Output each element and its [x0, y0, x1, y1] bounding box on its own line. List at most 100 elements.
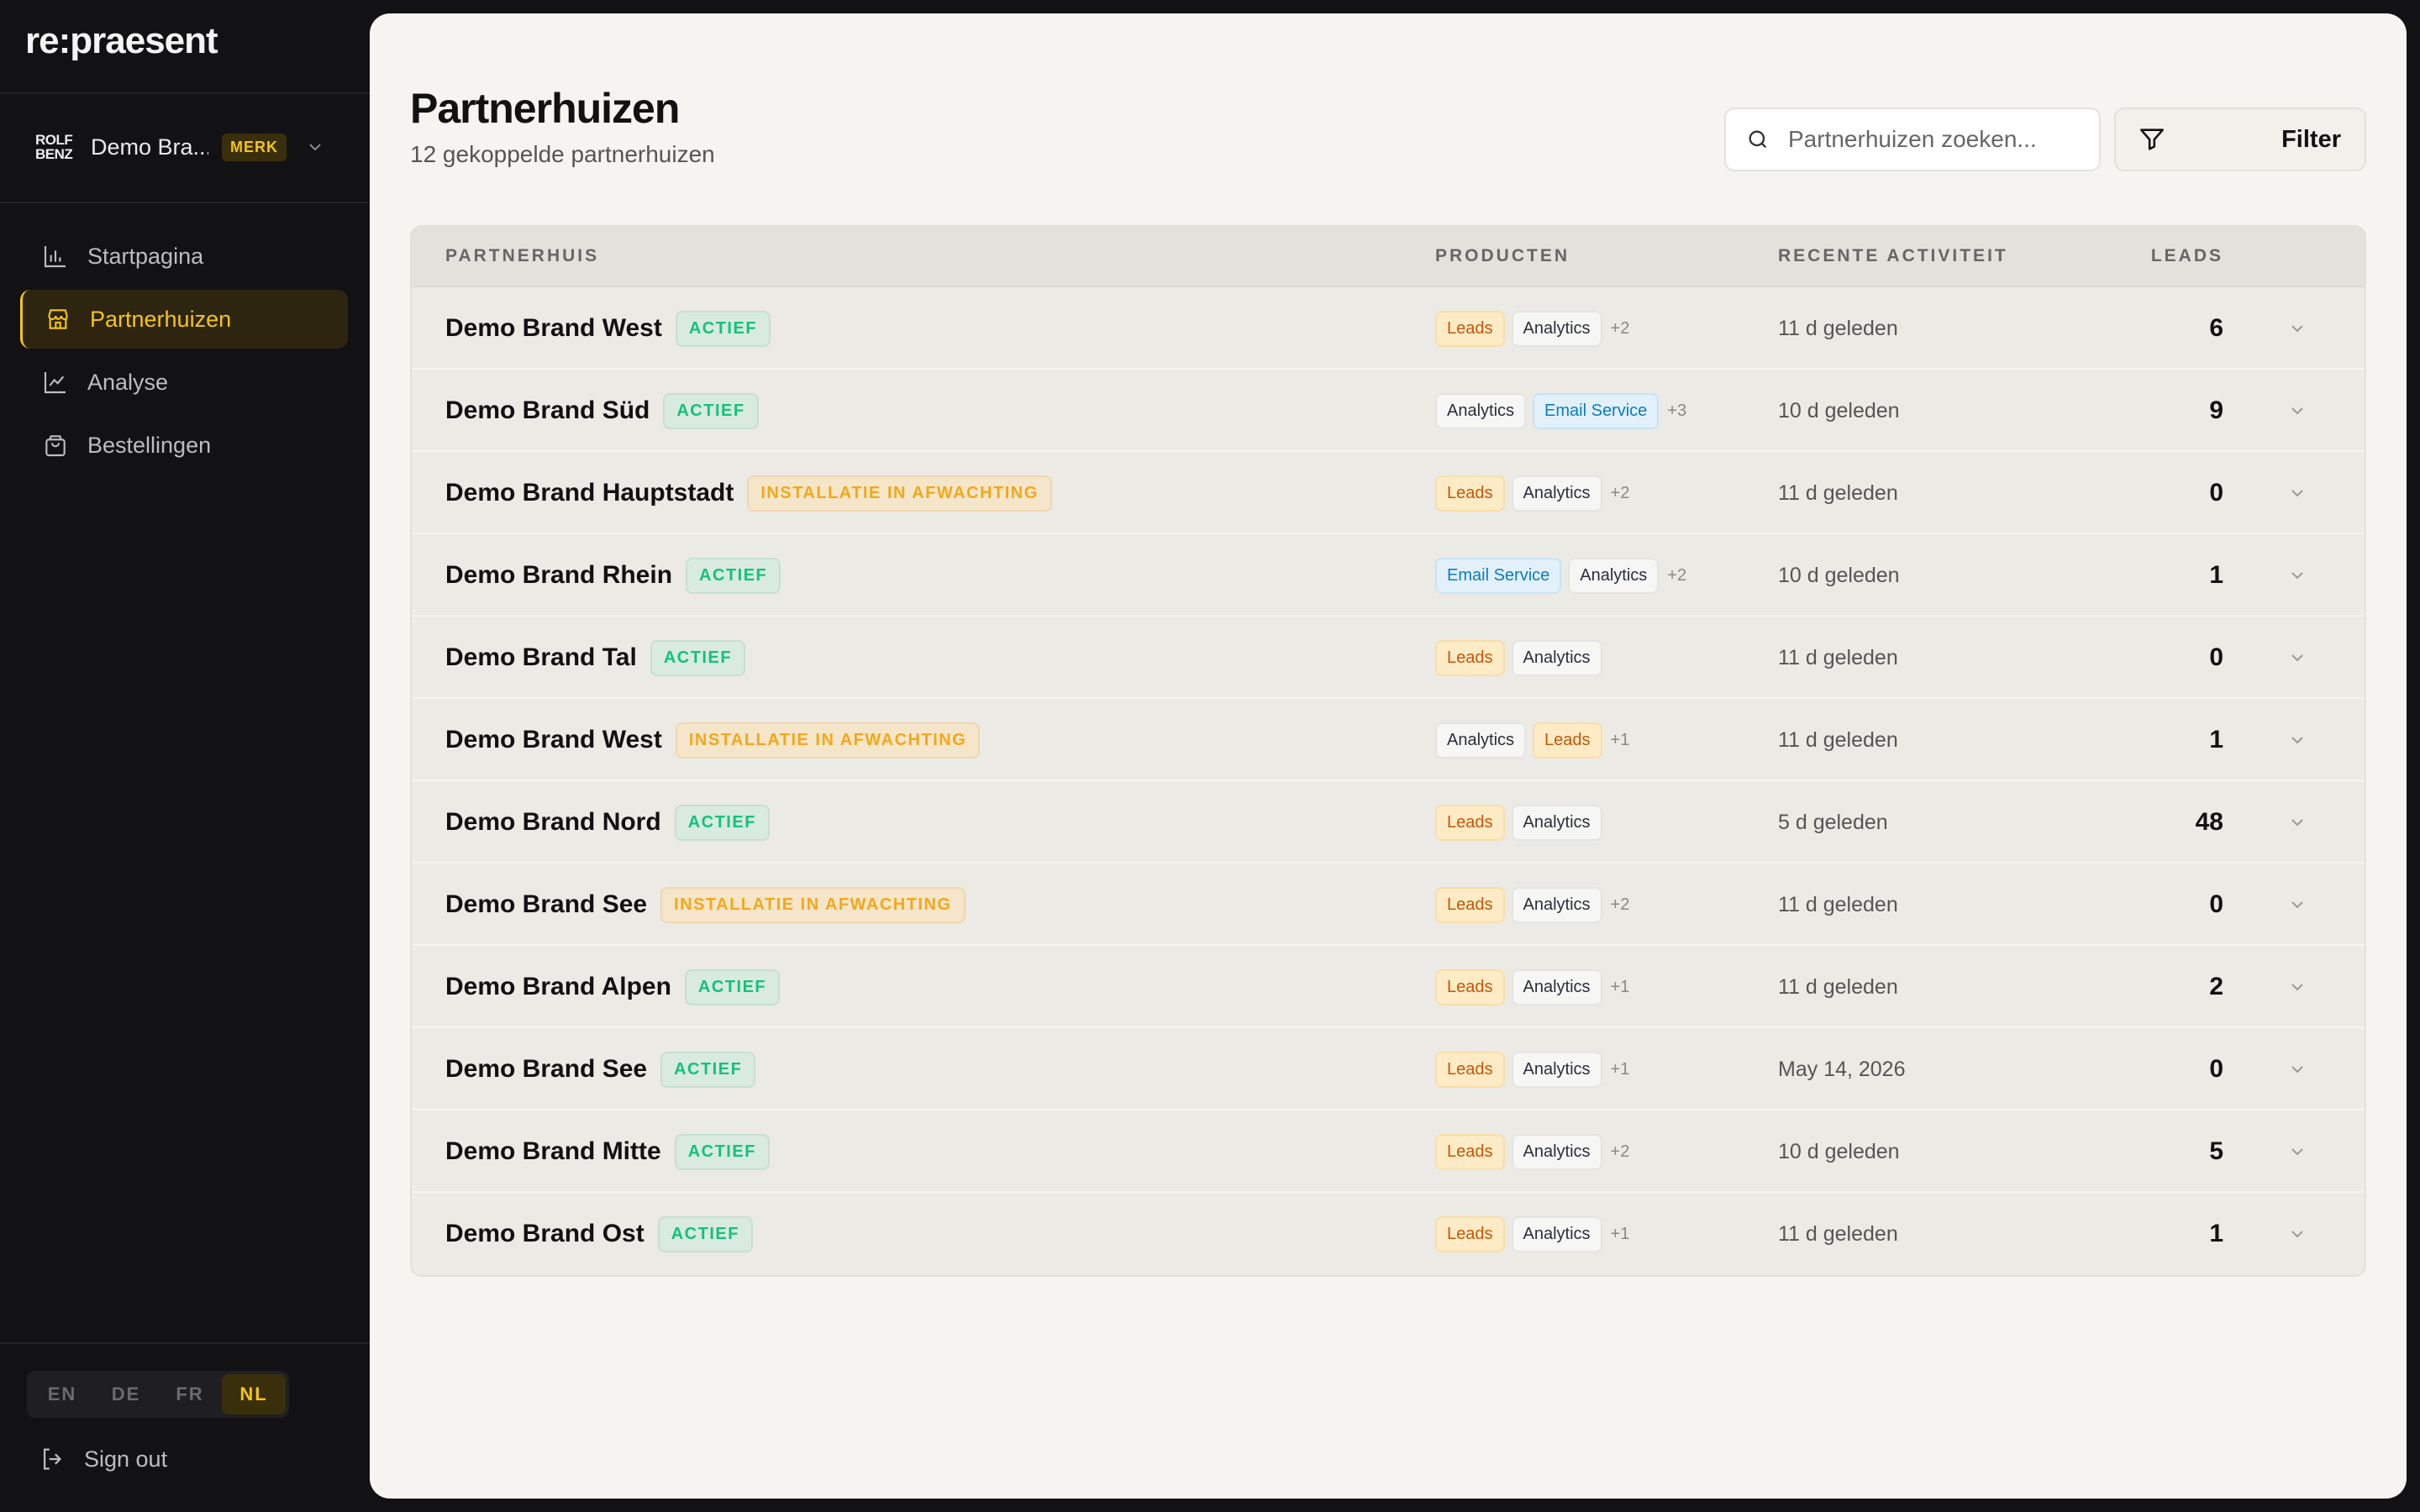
- partner-cell: Demo Brand Rhein ACTIEF: [445, 534, 781, 617]
- leads-count: 1: [2209, 561, 2223, 589]
- chevron-down-icon[interactable]: [2287, 812, 2307, 832]
- more-products-count: +3: [1667, 401, 1687, 420]
- lang-option-de[interactable]: DE: [94, 1374, 158, 1415]
- chevron-down-icon[interactable]: [2287, 648, 2307, 668]
- leads-count: 9: [2209, 396, 2223, 424]
- product-chip-email: Email Service: [1533, 392, 1660, 429]
- lang-option-fr[interactable]: FR: [158, 1374, 222, 1415]
- table-row[interactable]: Demo Brand Rhein ACTIEF Email Service Ana…: [412, 534, 2365, 617]
- partner-name: Demo Brand Mitte: [445, 1137, 661, 1165]
- product-chip-analytics: Analytics: [1568, 557, 1660, 594]
- column-header-partner[interactable]: PARTNERHUIS: [445, 246, 599, 266]
- sign-out-button[interactable]: Sign out: [39, 1445, 167, 1473]
- table-row[interactable]: Demo Brand See ACTIEF Leads Analytics +1 M…: [412, 1028, 2365, 1110]
- leads-count: 1: [2209, 1220, 2223, 1247]
- column-header-activity[interactable]: RECENTE ACTIVITEIT: [1778, 246, 2008, 266]
- chevron-down-icon[interactable]: [2287, 1142, 2307, 1162]
- search-box[interactable]: [1724, 108, 2101, 171]
- filter-label: Filter: [2281, 125, 2341, 153]
- brand-switcher[interactable]: ROLF BENZ Demo Bra... MERK: [35, 126, 338, 168]
- partner-cell: Demo Brand See INSTALLATIE IN AFWACHTING: [445, 864, 965, 946]
- sidebar-item-label: Startpagina: [87, 243, 204, 269]
- table-row[interactable]: Demo Brand Hauptstadt INSTALLATIE IN AFW…: [412, 452, 2365, 534]
- chevron-down-icon[interactable]: [2287, 401, 2307, 421]
- more-products-count: +2: [1610, 895, 1630, 914]
- product-chip-analytics: Analytics: [1511, 886, 1602, 923]
- chevron-down-icon[interactable]: [2287, 1059, 2307, 1079]
- product-chip-analytics: Analytics: [1511, 1133, 1602, 1170]
- app-logo[interactable]: re:praesent: [25, 20, 218, 62]
- table-row[interactable]: Demo Brand Nord ACTIEF Leads Analytics 5 …: [412, 781, 2365, 864]
- table-row[interactable]: Demo Brand Alpen ACTIEF Leads Analytics +1…: [412, 946, 2365, 1028]
- status-badge: INSTALLATIE IN AFWACHTING: [675, 722, 981, 759]
- products-cell: Email Service Analytics +2: [1435, 534, 1686, 617]
- products-cell: Leads Analytics: [1435, 781, 1609, 864]
- partner-name: Demo Brand See: [445, 1055, 648, 1083]
- lang-option-en[interactable]: EN: [30, 1374, 94, 1415]
- product-chip-analytics: Analytics: [1511, 1215, 1602, 1252]
- sidebar-item-analyse[interactable]: Analyse: [20, 353, 348, 412]
- recent-activity: 11 d geleden: [1778, 974, 1898, 999]
- product-chip-analytics: Analytics: [1511, 475, 1602, 512]
- table-row[interactable]: Demo Brand West INSTALLATIE IN AFWACHTIN…: [412, 699, 2365, 781]
- column-header-leads[interactable]: LEADS: [2151, 246, 2223, 266]
- chevron-down-icon[interactable]: [2287, 483, 2307, 503]
- product-chip-leads: Leads: [1435, 969, 1505, 1005]
- chevron-down-icon[interactable]: [2287, 318, 2307, 339]
- table-row[interactable]: Demo Brand See INSTALLATIE IN AFWACHTING…: [412, 864, 2365, 946]
- chevron-down-icon[interactable]: [2287, 565, 2307, 585]
- table-body: Demo Brand West ACTIEF Leads Analytics +2 …: [412, 287, 2365, 1275]
- table-row[interactable]: Demo Brand Ost ACTIEF Leads Analytics +1 1…: [412, 1193, 2365, 1275]
- product-chip-email: Email Service: [1435, 557, 1562, 594]
- sidebar-item-startpagina[interactable]: Startpagina: [20, 227, 348, 286]
- filter-button[interactable]: Filter: [2114, 108, 2366, 171]
- partner-cell: Demo Brand Süd ACTIEF: [445, 370, 759, 452]
- products-cell: Leads Analytics +2: [1435, 864, 1629, 946]
- products-cell: Leads Analytics +2: [1435, 1110, 1629, 1193]
- more-products-count: +1: [1610, 1059, 1630, 1079]
- chevron-down-icon[interactable]: [2287, 730, 2307, 750]
- chevron-down-icon[interactable]: [2287, 1224, 2307, 1244]
- product-chip-leads: Leads: [1533, 722, 1602, 759]
- product-chip-analytics: Analytics: [1511, 1051, 1602, 1088]
- search-icon: [1749, 130, 1767, 149]
- brand-type-badge: MERK: [222, 133, 287, 161]
- status-badge: ACTIEF: [660, 1051, 756, 1088]
- partner-cell: Demo Brand Hauptstadt INSTALLATIE IN AFW…: [445, 452, 1052, 534]
- leads-count: 0: [2209, 890, 2223, 918]
- sidebar-item-bestellingen[interactable]: Bestellingen: [20, 416, 348, 475]
- more-products-count: +2: [1610, 318, 1630, 338]
- partner-name: Demo Brand West: [445, 726, 662, 753]
- page-title: Partnerhuizen: [410, 85, 680, 132]
- lang-option-nl[interactable]: NL: [222, 1374, 286, 1415]
- recent-activity: 11 d geleden: [1778, 480, 1898, 505]
- store-icon: [48, 309, 68, 329]
- language-switcher: EN DE FR NL: [27, 1371, 289, 1418]
- product-chip-leads: Leads: [1435, 804, 1505, 841]
- partner-name: Demo Brand Rhein: [445, 561, 673, 589]
- sidebar-item-label: Analyse: [87, 369, 169, 395]
- sidebar: re:praesent ROLF BENZ Demo Bra... MERK S…: [0, 0, 370, 1512]
- table-row[interactable]: Demo Brand Mitte ACTIEF Leads Analytics +2…: [412, 1110, 2365, 1193]
- chevron-down-icon[interactable]: [2287, 977, 2307, 997]
- partner-name: Demo Brand Ost: [445, 1220, 644, 1247]
- products-cell: Analytics Leads +1: [1435, 699, 1629, 781]
- brand-logo-line1: ROLF: [35, 132, 73, 148]
- recent-activity: 11 d geleden: [1778, 892, 1898, 916]
- recent-activity: 10 d geleden: [1778, 1139, 1900, 1163]
- column-header-products[interactable]: PRODUCTEN: [1435, 246, 1570, 266]
- table-row[interactable]: Demo Brand Süd ACTIEF Analytics Email Ser…: [412, 370, 2365, 452]
- partner-name: Demo Brand Alpen: [445, 973, 671, 1000]
- status-badge: ACTIEF: [650, 639, 746, 676]
- search-input[interactable]: [1788, 126, 2091, 153]
- table-row[interactable]: Demo Brand Tal ACTIEF Leads Analytics 11 …: [412, 617, 2365, 699]
- product-chip-analytics: Analytics: [1511, 639, 1602, 676]
- status-badge: ACTIEF: [674, 804, 770, 841]
- chevron-down-icon[interactable]: [2287, 895, 2307, 915]
- more-products-count: +2: [1667, 565, 1687, 585]
- sidebar-item-label: Partnerhuizen: [90, 306, 232, 332]
- more-products-count: +2: [1610, 483, 1630, 502]
- sidebar-item-partnerhuizen[interactable]: Partnerhuizen: [20, 290, 348, 349]
- sidebar-nav: Startpagina Partnerhuizen Analyse Bestel…: [20, 227, 348, 479]
- table-row[interactable]: Demo Brand West ACTIEF Leads Analytics +2 …: [412, 287, 2365, 370]
